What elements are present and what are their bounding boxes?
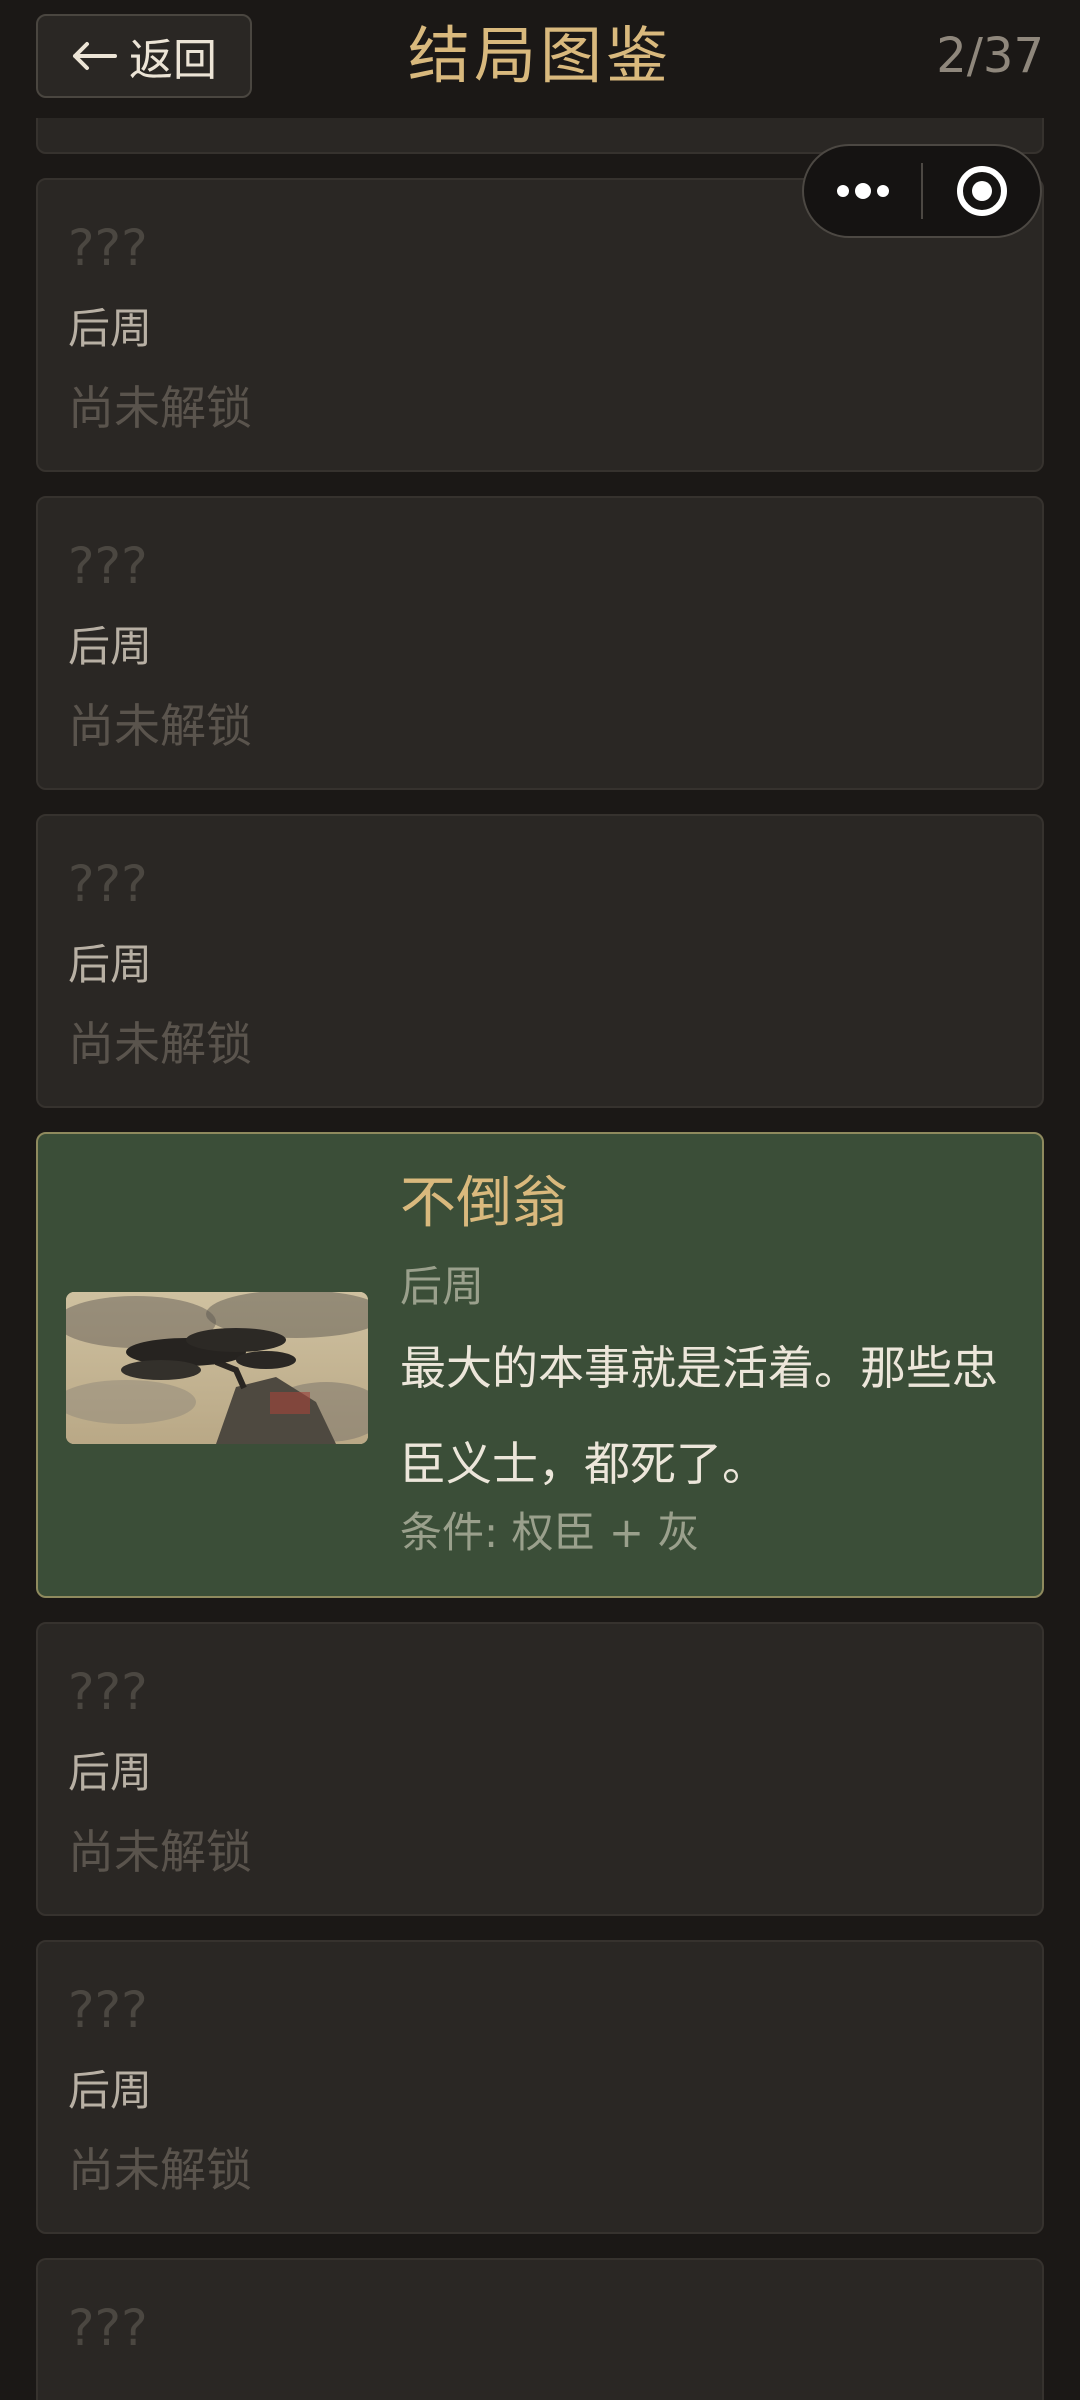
ending-era: 后周 [400, 1262, 485, 1311]
target-close-icon[interactable] [923, 146, 1040, 236]
ending-card-locked[interactable]: ??? 后周 尚未解锁 [36, 814, 1044, 1108]
ending-era: 后周 [68, 622, 153, 671]
ending-description: 最大的本事就是活着。那些忠臣义士，都死了。 [400, 1341, 998, 1491]
ending-condition: 条件: 权臣 + 灰 [400, 1508, 700, 1557]
ending-status: 尚未解锁 [68, 381, 252, 435]
ending-era: 后周 [68, 304, 153, 353]
endings-list[interactable]: ??? 后周 尚未解锁 ??? 后周 尚未解锁 ??? 后周 尚未解锁 不倒翁 … [36, 0, 1044, 2400]
ending-title: ??? [68, 1663, 148, 1721]
top-bar: 返回 结局图鉴 2/37 [0, 0, 1080, 118]
ending-card-unlocked[interactable]: 不倒翁 后周 最大的本事就是活着。那些忠臣义士，都死了。 条件: 权臣 + 灰 [36, 1132, 1044, 1598]
ending-era: 后周 [68, 2066, 153, 2115]
ending-title: ??? [68, 219, 148, 277]
ending-status: 尚未解锁 [68, 1017, 252, 1071]
ending-thumbnail [66, 1292, 368, 1444]
page-title: 结局图鉴 [407, 19, 672, 92]
ending-title: ??? [68, 855, 148, 913]
ending-status: 尚未解锁 [68, 1825, 252, 1879]
ending-era: 后周 [68, 1748, 153, 1797]
pine-painting-icon [66, 1292, 368, 1444]
ending-title: ??? [68, 537, 148, 595]
ending-card-locked[interactable]: ??? [36, 2258, 1044, 2400]
ending-status: 尚未解锁 [68, 699, 252, 753]
miniprogram-capsule [802, 144, 1042, 238]
ending-card-locked[interactable]: ??? 后周 尚未解锁 [36, 496, 1044, 790]
ending-title: ??? [68, 2299, 148, 2357]
ending-era: 后周 [68, 940, 153, 989]
ending-status: 尚未解锁 [68, 2143, 252, 2197]
ending-title: 不倒翁 [400, 1171, 568, 1236]
more-dots-icon[interactable] [804, 146, 921, 236]
ending-card-locked[interactable]: ??? 后周 尚未解锁 [36, 1940, 1044, 2234]
ending-title: ??? [68, 1981, 148, 2039]
page-count: 2/37 [936, 28, 1044, 84]
ending-card-locked[interactable]: ??? 后周 尚未解锁 [36, 1622, 1044, 1916]
